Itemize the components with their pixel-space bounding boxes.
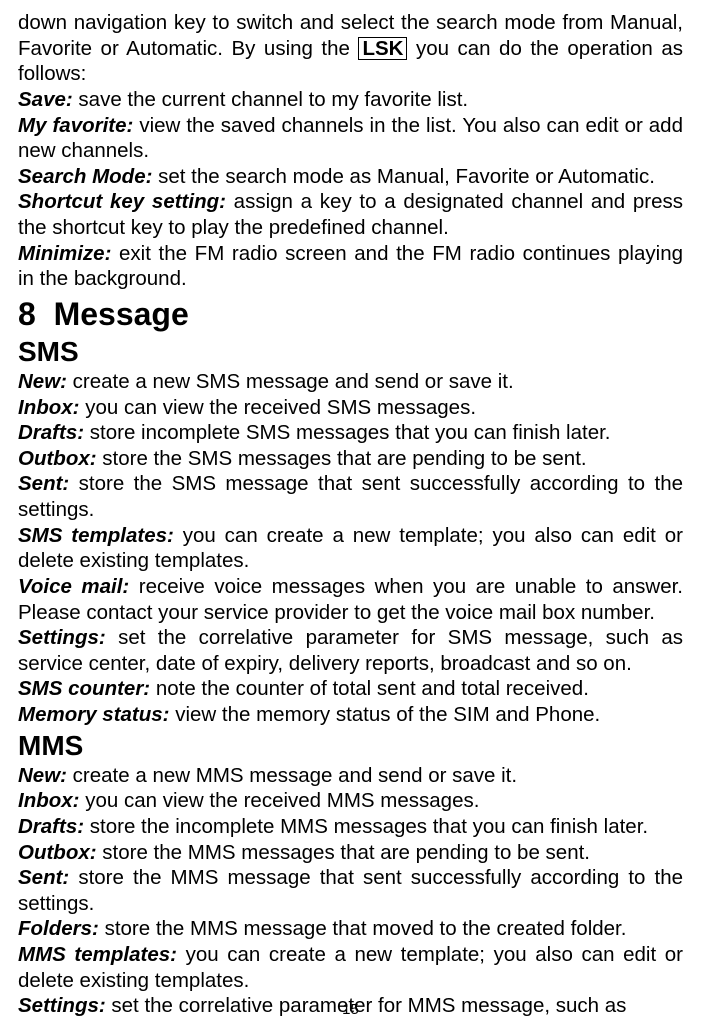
sms-templates: SMS templates: you can create a new temp…: [18, 523, 683, 574]
term-sms-memory: Memory status:: [18, 703, 170, 726]
term-mms-sent: Sent:: [18, 866, 69, 889]
desc-sms-sent: store the SMS message that sent successf…: [18, 472, 683, 521]
desc-sms-outbox: store the SMS messages that are pending …: [97, 447, 587, 470]
desc-sms-new: create a new SMS message and send or sav…: [67, 370, 514, 393]
sms-settings: Settings: set the correlative parameter …: [18, 625, 683, 676]
sms-heading: SMS: [18, 334, 683, 369]
sms-memory: Memory status: view the memory status of…: [18, 702, 683, 728]
desc-search-mode: set the search mode as Manual, Favorite …: [152, 165, 655, 188]
term-search-mode: Search Mode:: [18, 165, 152, 188]
lsk-box: LSK: [358, 37, 407, 61]
term-sms-settings: Settings:: [18, 626, 106, 649]
term-sms-sent: Sent:: [18, 472, 69, 495]
desc-mms-new: create a new MMS message and send or sav…: [67, 764, 517, 787]
term-sms-drafts: Drafts:: [18, 421, 84, 444]
sms-sent: Sent: store the SMS message that sent su…: [18, 471, 683, 522]
term-shortcut: Shortcut key setting:: [18, 190, 226, 213]
desc-mms-inbox: you can view the received MMS messages.: [80, 789, 480, 812]
desc-mms-drafts: store the incomplete MMS messages that y…: [84, 815, 648, 838]
desc-mms-sent: store the MMS message that sent successf…: [18, 866, 683, 915]
desc-sms-drafts: store incomplete SMS messages that you c…: [84, 421, 610, 444]
sms-new: New: create a new SMS message and send o…: [18, 369, 683, 395]
mms-drafts: Drafts: store the incomplete MMS message…: [18, 814, 683, 840]
fm-save: Save: save the current channel to my fav…: [18, 87, 683, 113]
term-sms-inbox: Inbox:: [18, 396, 80, 419]
term-sms-outbox: Outbox:: [18, 447, 97, 470]
fm-minimize: Minimize: exit the FM radio screen and t…: [18, 241, 683, 292]
fm-shortcut: Shortcut key setting: assign a key to a …: [18, 189, 683, 240]
term-favorite: My favorite:: [18, 114, 133, 137]
desc-mms-folders: store the MMS message that moved to the …: [99, 917, 627, 940]
term-minimize: Minimize:: [18, 242, 111, 265]
term-mms-new: New:: [18, 764, 67, 787]
mms-sent: Sent: store the MMS message that sent su…: [18, 865, 683, 916]
mms-outbox: Outbox: store the MMS messages that are …: [18, 840, 683, 866]
term-mms-templates: MMS templates:: [18, 943, 177, 966]
fm-search-mode: Search Mode: set the search mode as Manu…: [18, 164, 683, 190]
mms-heading: MMS: [18, 728, 683, 763]
sms-inbox: Inbox: you can view the received SMS mes…: [18, 395, 683, 421]
sms-drafts: Drafts: store incomplete SMS messages th…: [18, 420, 683, 446]
mms-folders: Folders: store the MMS message that move…: [18, 916, 683, 942]
term-sms-templates: SMS templates:: [18, 524, 174, 547]
desc-sms-settings: set the correlative parameter for SMS me…: [18, 626, 683, 675]
sms-counter: SMS counter: note the counter of total s…: [18, 676, 683, 702]
term-sms-counter: SMS counter:: [18, 677, 150, 700]
page-number: 15: [0, 1001, 701, 1020]
term-sms-new: New:: [18, 370, 67, 393]
section-number: 8: [18, 296, 36, 332]
section-heading: 8 Message: [18, 294, 683, 334]
sms-voicemail: Voice mail: receive voice messages when …: [18, 574, 683, 625]
term-mms-outbox: Outbox:: [18, 841, 97, 864]
section-title: Message: [54, 296, 189, 332]
desc-minimize: exit the FM radio screen and the FM radi…: [18, 242, 683, 291]
term-mms-drafts: Drafts:: [18, 815, 84, 838]
term-sms-voicemail: Voice mail:: [18, 575, 129, 598]
term-mms-folders: Folders:: [18, 917, 99, 940]
mms-inbox: Inbox: you can view the received MMS mes…: [18, 788, 683, 814]
desc-save: save the current channel to my favorite …: [73, 88, 468, 111]
term-save: Save:: [18, 88, 73, 111]
document-page: down navigation key to switch and select…: [0, 0, 701, 1028]
intro-paragraph: down navigation key to switch and select…: [18, 10, 683, 87]
desc-sms-inbox: you can view the received SMS messages.: [80, 396, 477, 419]
desc-mms-outbox: store the MMS messages that are pending …: [97, 841, 590, 864]
sms-outbox: Outbox: store the SMS messages that are …: [18, 446, 683, 472]
mms-new: New: create a new MMS message and send o…: [18, 763, 683, 789]
mms-templates: MMS templates: you can create a new temp…: [18, 942, 683, 993]
fm-favorite: My favorite: view the saved channels in …: [18, 113, 683, 164]
desc-sms-memory: view the memory status of the SIM and Ph…: [170, 703, 601, 726]
desc-sms-counter: note the counter of total sent and total…: [150, 677, 589, 700]
term-mms-inbox: Inbox:: [18, 789, 80, 812]
